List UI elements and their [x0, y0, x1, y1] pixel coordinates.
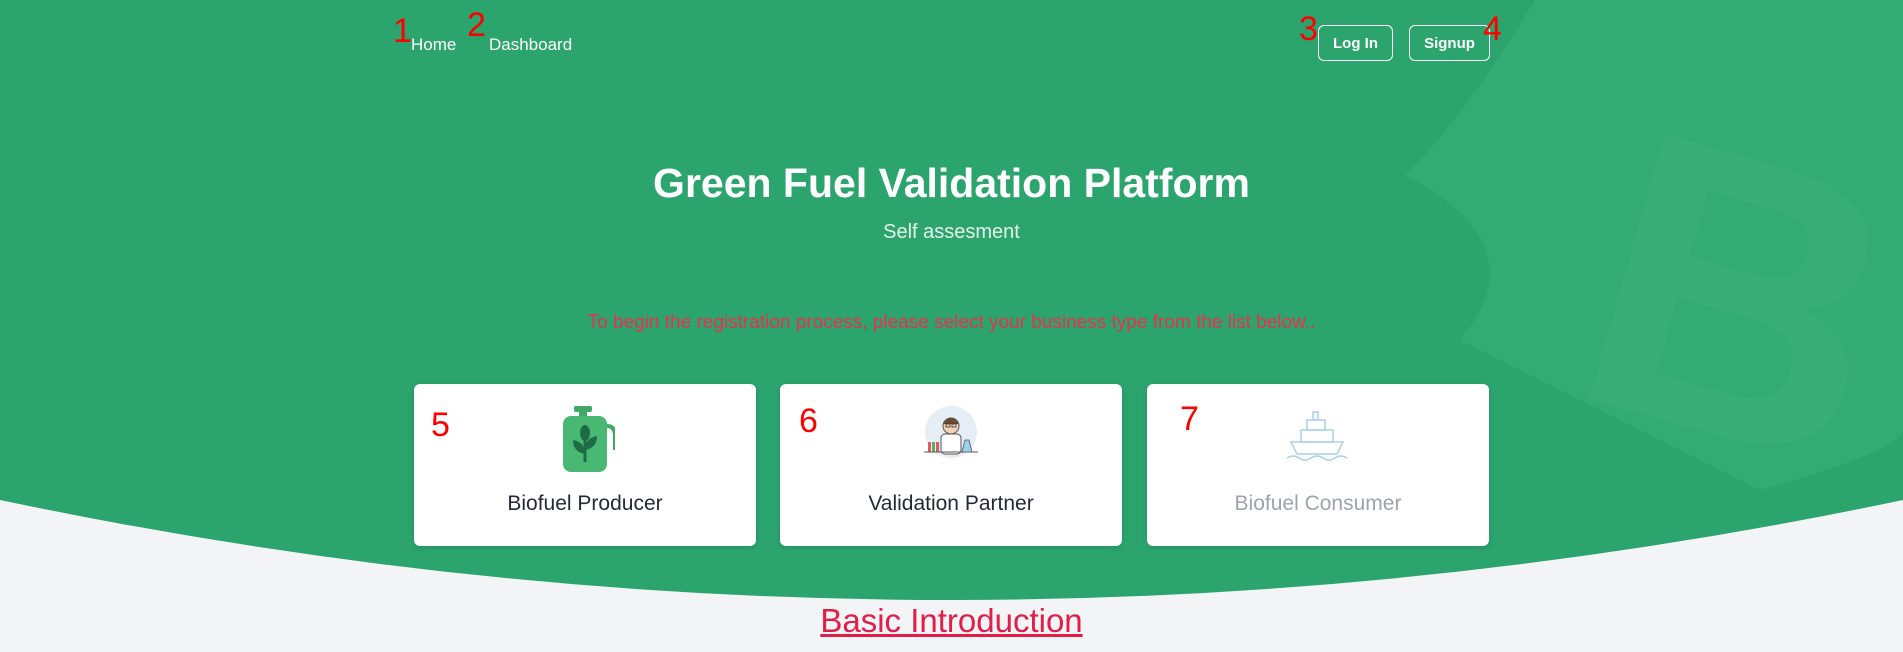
annotation-marker: 7 — [1180, 400, 1199, 438]
nav-home-link[interactable]: Home — [411, 35, 456, 55]
annotation-marker: 2 — [467, 6, 486, 44]
annotation-marker: 4 — [1483, 10, 1502, 48]
page-title: Green Fuel Validation Platform — [653, 160, 1250, 206]
card-biofuel-producer[interactable]: Biofuel Producer — [414, 384, 756, 546]
card-label: Validation Partner — [868, 492, 1034, 515]
annotation-marker: 6 — [799, 402, 818, 440]
annotation-marker: 1 — [393, 12, 412, 50]
signup-button[interactable]: Signup — [1409, 25, 1490, 61]
fuel-canister-leaf-icon — [414, 404, 756, 474]
top-navbar: Home Dashboard Log In Signup — [0, 0, 1903, 80]
annotation-marker: 3 — [1299, 10, 1318, 48]
page-subtitle: Self assesment — [883, 221, 1020, 243]
card-label: Biofuel Consumer — [1234, 492, 1402, 515]
registration-instruction: To begin the registration process, pleas… — [587, 312, 1316, 333]
scientist-lab-icon — [780, 404, 1122, 474]
login-button[interactable]: Log In — [1318, 25, 1393, 61]
annotation-marker: 5 — [431, 406, 450, 444]
nav-dashboard-link[interactable]: Dashboard — [489, 35, 572, 55]
basic-introduction-link[interactable]: Basic Introduction — [0, 602, 1903, 640]
card-validation-partner[interactable]: Validation Partner — [780, 384, 1122, 546]
card-label: Biofuel Producer — [507, 492, 663, 515]
